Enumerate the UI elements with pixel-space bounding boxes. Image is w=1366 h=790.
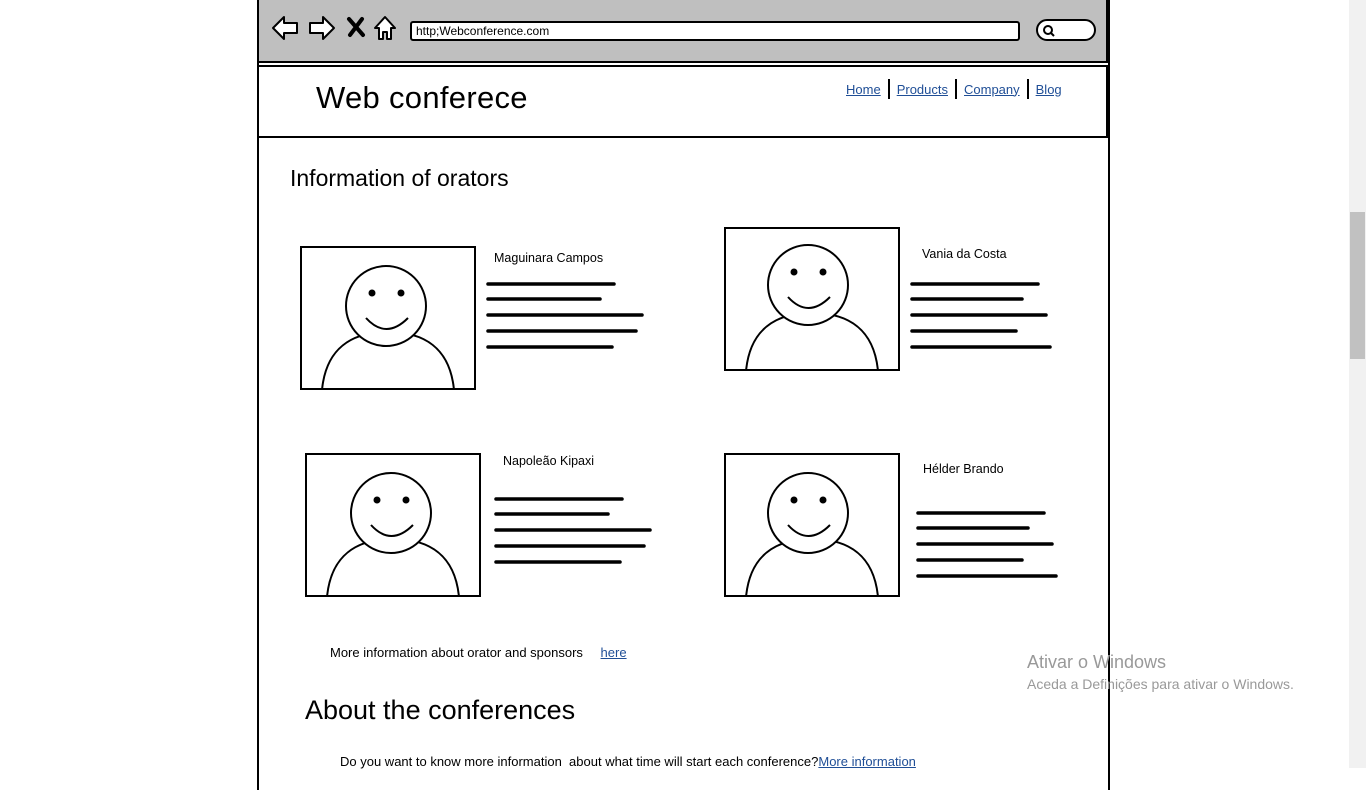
site-title: Web conferece [316, 80, 528, 115]
orator-photo [300, 246, 476, 390]
forward-arrow-icon[interactable] [307, 14, 337, 42]
orator-name: Vania da Costa [922, 247, 1007, 261]
windows-activation-watermark: Ativar o Windows Aceda a Definições para… [1027, 652, 1294, 692]
about-section-title: About the conferences [305, 695, 576, 725]
nav-separator [955, 79, 957, 99]
placeholder-text-scribble [486, 282, 644, 349]
more-information-link[interactable]: More information [818, 754, 916, 769]
about-line: Do you want to know more information abo… [340, 754, 916, 769]
person-avatar-icon [745, 472, 879, 595]
placeholder-text-scribble [916, 511, 1058, 578]
more-info-text: More information about orator and sponso… [330, 645, 583, 660]
address-bar[interactable]: http;Webconference.com [410, 21, 1020, 41]
about-text: Do you want to know more information abo… [340, 754, 819, 769]
orator-name: Maguinara Campos [494, 251, 604, 265]
placeholder-text-scribble [910, 282, 1052, 349]
more-info-here-link[interactable]: here [601, 645, 627, 660]
orators-section-title: Information of orators [290, 165, 509, 191]
nav-products-link[interactable]: Products [897, 82, 948, 97]
orator-name: Napoleão Kipaxi [503, 454, 595, 468]
nav-home-link[interactable]: Home [846, 82, 881, 97]
home-icon[interactable] [372, 14, 398, 42]
nav-separator [887, 79, 890, 99]
orator-photo [724, 453, 900, 597]
placeholder-text-scribble [494, 497, 652, 564]
more-info-line: More information about orator and sponso… [330, 645, 627, 660]
browser-search-box[interactable] [1036, 19, 1096, 41]
vertical-scrollbar[interactable] [1349, 0, 1366, 768]
top-navigation: Home Products Company Blog [846, 79, 1062, 99]
nav-company-link[interactable]: Company [964, 82, 1020, 97]
person-avatar-icon [321, 265, 455, 388]
close-x-icon[interactable] [346, 16, 366, 38]
back-arrow-icon[interactable] [270, 14, 300, 42]
person-avatar-icon [745, 244, 879, 369]
watermark-line-2: Aceda a Definições para ativar o Windows… [1027, 676, 1294, 692]
orator-name: Hélder Brando [923, 462, 1004, 476]
search-icon [1043, 25, 1055, 37]
nav-separator [1026, 79, 1029, 99]
person-avatar-icon [326, 472, 460, 595]
orator-photo [724, 227, 900, 371]
scrollbar-thumb[interactable] [1350, 212, 1365, 359]
nav-blog-link[interactable]: Blog [1036, 82, 1062, 97]
watermark-line-1: Ativar o Windows [1027, 652, 1167, 672]
orator-photo [305, 453, 481, 597]
